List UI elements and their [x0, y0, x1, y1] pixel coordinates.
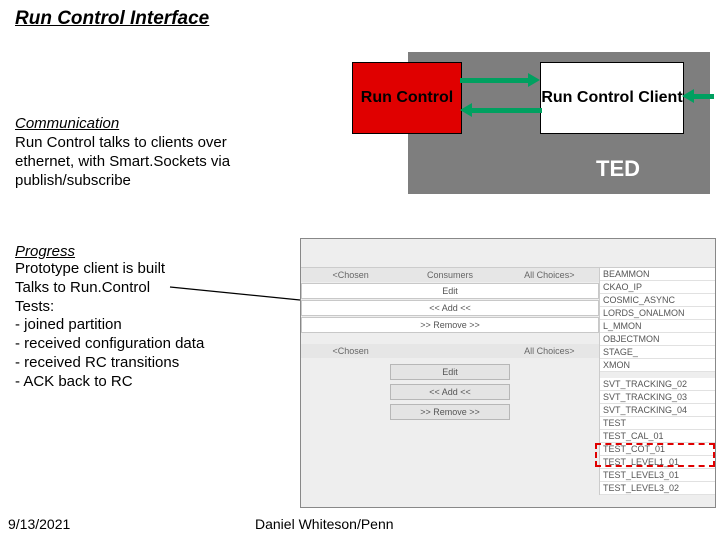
- run-control-client-box: Run Control Client: [540, 62, 684, 134]
- ss-r2-0[interactable]: SVT_TRACKING_02: [600, 378, 715, 391]
- ss-r1-0[interactable]: BEAMMON: [600, 268, 715, 281]
- ss-add-row-1[interactable]: << Add <<: [301, 300, 599, 316]
- ss-edit-row-1[interactable]: Edit: [301, 283, 599, 299]
- ss-r2-1[interactable]: SVT_TRACKING_03: [600, 391, 715, 404]
- ss-col-chosen-2: <Chosen: [301, 344, 400, 358]
- progress-line-1: Talks to Run.Control: [15, 279, 285, 298]
- ss-r1-6[interactable]: STAGE_: [600, 346, 715, 359]
- arrow-rc-to-client-shaft: [460, 78, 530, 83]
- ss-r1-7[interactable]: XMON: [600, 359, 715, 372]
- highlight-box: [595, 443, 715, 467]
- ss-col-chosen-1: <Chosen: [301, 268, 400, 282]
- run-control-box: Run Control: [352, 62, 462, 134]
- ss-r1-3[interactable]: LORDS_ONALMON: [600, 307, 715, 320]
- communication-heading: Communication: [15, 115, 119, 132]
- client-text: Run Control Client: [541, 89, 682, 107]
- progress-line-2: Tests:: [15, 298, 285, 317]
- ted-label: TED: [596, 156, 640, 182]
- communication-body: Run Control talks to clients over ethern…: [15, 134, 285, 190]
- ss-r2-3[interactable]: TEST: [600, 417, 715, 430]
- footer-author: Daniel Whiteson/Penn: [255, 516, 394, 532]
- ss-r2-2[interactable]: SVT_TRACKING_04: [600, 404, 715, 417]
- arrow-into-client-head: [682, 89, 694, 103]
- ss-header-consumers: Consumers: [400, 268, 499, 282]
- ss-r2-4[interactable]: TEST_CAL_01: [600, 430, 715, 443]
- ss-remove-btn-2[interactable]: >> Remove >>: [390, 404, 510, 420]
- ss-r2-8[interactable]: TEST_LEVEL3_02: [600, 482, 715, 495]
- arrow-into-client-shaft: [694, 94, 714, 99]
- progress-block: Progress Prototype client is built Talks…: [15, 243, 285, 391]
- footer-date: 9/13/2021: [8, 516, 70, 532]
- progress-line-5: - received RC transitions: [15, 354, 285, 373]
- run-control-text: Run Control: [361, 89, 453, 107]
- ss-remove-row-1[interactable]: >> Remove >>: [301, 317, 599, 333]
- page-title: Run Control Interface: [15, 8, 209, 30]
- arrow-rc-to-client-head: [528, 73, 540, 87]
- ss-r1-2[interactable]: COSMIC_ASYNC: [600, 294, 715, 307]
- ss-add-btn-2[interactable]: << Add <<: [390, 384, 510, 400]
- ss-r1-4[interactable]: L_MMON: [600, 320, 715, 333]
- progress-heading: Progress: [15, 243, 285, 260]
- arrow-client-to-rc-head: [460, 103, 472, 117]
- progress-line-3: - joined partition: [15, 316, 285, 335]
- ss-col-all-1: All Choices>: [500, 268, 599, 282]
- progress-line-6: - ACK back to RC: [15, 373, 285, 392]
- ss-r2-7[interactable]: TEST_LEVEL3_01: [600, 469, 715, 482]
- progress-line-4: - received configuration data: [15, 335, 285, 354]
- ss-edit-btn-2[interactable]: Edit: [390, 364, 510, 380]
- ss-r1-5[interactable]: OBJECTMON: [600, 333, 715, 346]
- ss-r1-1[interactable]: CKAO_IP: [600, 281, 715, 294]
- arrow-client-to-rc-shaft: [472, 108, 542, 113]
- screenshot-panel: <Chosen Consumers All Choices> Edit << A…: [300, 238, 716, 508]
- ss-col-all-2: All Choices>: [500, 344, 599, 358]
- progress-line-0: Prototype client is built: [15, 260, 285, 279]
